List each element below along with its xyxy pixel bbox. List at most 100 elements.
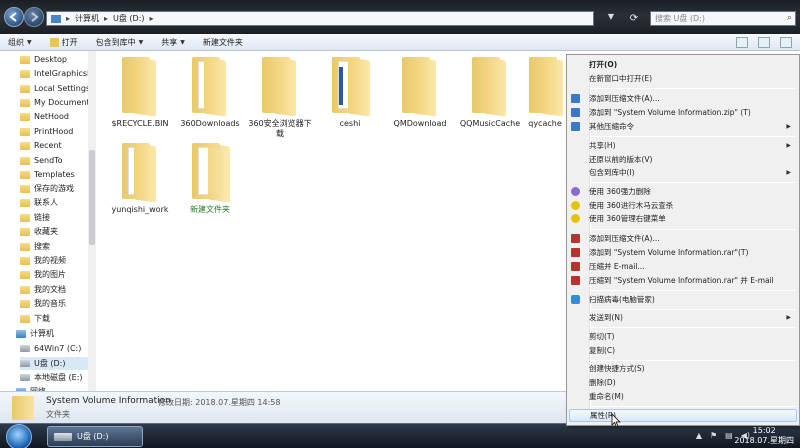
view-options-icon[interactable] xyxy=(736,37,748,48)
360-icon xyxy=(571,201,580,210)
menu-item-properties[interactable]: 属性(R) xyxy=(569,409,797,422)
open-button[interactable]: 打开 xyxy=(49,37,78,48)
menu-item-360-manage[interactable]: 使用 360管理右键菜单 xyxy=(569,212,797,225)
menu-separator xyxy=(591,182,795,183)
arrow-right-icon xyxy=(31,12,39,22)
menu-item-rename[interactable]: 重命名(M) xyxy=(569,390,797,403)
menu-item-compress-email[interactable]: 压缩并 E-mail... xyxy=(569,260,797,273)
network-icon[interactable]: ▤ xyxy=(725,431,733,440)
sidebar-item[interactable]: 我的视频 xyxy=(20,254,89,267)
folder-name: $RECYCLE.BIN xyxy=(111,119,169,128)
menu-item-other-compress[interactable]: 其他压缩命令 ▶ xyxy=(569,120,797,133)
sidebar-item[interactable]: 我的图片 xyxy=(20,268,89,281)
menu-item-add-archive[interactable]: 添加到压缩文件(A)... xyxy=(569,92,797,105)
sidebar-item[interactable]: PrintHood xyxy=(20,125,89,138)
folder-icon xyxy=(20,256,30,265)
menu-separator xyxy=(591,360,795,361)
sidebar-item[interactable]: 保存的游戏 xyxy=(20,182,89,195)
folder-item[interactable]: 新建文件夹 xyxy=(175,141,245,215)
taskbar-explorer-button[interactable]: U盘 (D:) xyxy=(47,426,143,447)
search-input[interactable]: 搜索 U盘 (D:) ⌕ xyxy=(650,11,796,26)
sidebar-item[interactable]: 链接 xyxy=(20,211,89,224)
folder-icon xyxy=(20,170,30,179)
menu-item-restore-versions[interactable]: 还原以前的版本(V) xyxy=(569,153,797,166)
sidebar-item[interactable]: IntelGraphicsP xyxy=(20,67,89,80)
folder-item[interactable]: ceshi xyxy=(315,55,385,129)
clock-date: 2018.07.星期四 xyxy=(734,436,794,445)
new-folder-button[interactable]: 新建文件夹 xyxy=(203,37,243,48)
sidebar-item-drive-c[interactable]: 64Win7 (C:) xyxy=(20,342,89,355)
menu-item-winrar-add-archive[interactable]: 添加到压缩文件(A)... xyxy=(569,232,797,245)
sidebar-item-label: NetHood xyxy=(34,112,69,121)
sidebar-item[interactable]: 我的文档 xyxy=(20,283,89,296)
menu-item-create-shortcut[interactable]: 创建快捷方式(S) xyxy=(569,362,797,375)
sidebar-item[interactable]: 搜索 xyxy=(20,240,89,253)
folder-icon xyxy=(20,299,30,308)
forward-button[interactable] xyxy=(24,7,44,27)
menu-separator xyxy=(591,327,795,328)
menu-item-360-force-delete[interactable]: 使用 360强力删除 xyxy=(569,185,797,198)
menu-item-virus-scan[interactable]: 扫描病毒(电脑管家) xyxy=(569,293,797,306)
help-icon[interactable] xyxy=(780,37,792,48)
sidebar-item[interactable]: NetHood xyxy=(20,110,89,123)
winrar-icon xyxy=(571,248,580,257)
menu-item-open-new-window[interactable]: 在新窗口中打开(E) xyxy=(569,72,797,85)
menu-item-copy[interactable]: 复制(C) xyxy=(569,344,797,357)
address-dropdown-button[interactable]: ▼ xyxy=(604,12,618,25)
menu-item-send-to[interactable]: 发送到(N) ▶ xyxy=(569,311,797,324)
sidebar-item[interactable]: Recent xyxy=(20,139,89,152)
menu-item-share[interactable]: 共享(H) ▶ xyxy=(569,139,797,152)
sidebar-item[interactable]: 我的音乐 xyxy=(20,297,89,310)
organize-button[interactable]: 组织 ▼ xyxy=(8,37,32,48)
flag-icon[interactable]: ⚑ xyxy=(710,431,717,440)
sidebar-item[interactable]: 收藏夹 xyxy=(20,225,89,238)
breadcrumb-computer[interactable]: 计算机 xyxy=(75,13,99,24)
menu-item-open[interactable]: 打开(O) xyxy=(569,58,797,71)
sidebar-item[interactable]: My Documents xyxy=(20,96,89,109)
menu-item-label: 剪切(T) xyxy=(589,332,615,341)
menu-item-label: 使用 360进行木马云查杀 xyxy=(589,201,674,210)
folder-name: QMDownload xyxy=(393,119,447,128)
start-button[interactable] xyxy=(6,424,32,448)
sidebar-item-drive-d[interactable]: U盘 (D:) xyxy=(20,357,89,370)
menu-item-include-library[interactable]: 包含到库中(I) ▶ xyxy=(569,166,797,179)
refresh-button[interactable]: ⟳ xyxy=(626,11,642,26)
menu-item-delete[interactable]: 删除(D) xyxy=(569,376,797,389)
folder-item[interactable]: 360安全浏览器下载 xyxy=(245,55,315,139)
back-button[interactable] xyxy=(4,7,24,27)
sidebar-item-computer[interactable]: 计算机 xyxy=(16,327,86,340)
sidebar-scrollbar-thumb[interactable] xyxy=(89,150,95,245)
menu-item-winrar-add-rar[interactable]: 添加到 "System Volume Information.rar"(T) xyxy=(569,246,797,259)
folder-name: 360Downloads xyxy=(180,119,240,128)
address-input[interactable]: ▸ 计算机 ▸ U盘 (D:) ▸ xyxy=(46,11,594,26)
sidebar-item-label: 收藏夹 xyxy=(34,227,58,236)
sidebar-item[interactable]: Desktop xyxy=(20,53,89,66)
sidebar-item[interactable]: Templates xyxy=(20,168,89,181)
folder-name: 新建文件夹 xyxy=(190,205,230,214)
menu-item-cut[interactable]: 剪切(T) xyxy=(569,330,797,343)
folder-item[interactable]: QQMusicCache xyxy=(455,55,525,129)
folder-icon xyxy=(20,127,30,136)
share-button[interactable]: 共享 ▼ xyxy=(161,37,185,48)
sidebar-item-label: 我的文档 xyxy=(34,285,66,294)
menu-item-compress-rar-email[interactable]: 压缩到 "System Volume Information.rar" 并 E-… xyxy=(569,274,797,287)
include-in-library-button[interactable]: 包含到库中 ▼ xyxy=(96,37,144,48)
sidebar-item[interactable]: SendTo xyxy=(20,154,89,167)
menu-item-add-zip[interactable]: 添加到 "System Volume Information.zip" (T) xyxy=(569,106,797,119)
sidebar-item-label: 链接 xyxy=(34,213,50,222)
sidebar-item[interactable]: Local Settings xyxy=(20,82,89,95)
folder-item[interactable]: 360Downloads xyxy=(175,55,245,129)
sidebar-item[interactable]: 联系人 xyxy=(20,196,89,209)
preview-pane-icon[interactable] xyxy=(758,37,770,48)
folder-item[interactable]: yunqishi_work xyxy=(105,141,175,215)
sidebar-item[interactable]: 下载 xyxy=(20,312,89,325)
sidebar-item-drive-e[interactable]: 本地磁盘 (E:) xyxy=(20,371,89,384)
folder-item[interactable]: QMDownload xyxy=(385,55,455,129)
breadcrumb-drive[interactable]: U盘 (D:) xyxy=(113,13,145,24)
folder-item[interactable]: qycache xyxy=(525,55,565,129)
sidebar-item-label: PrintHood xyxy=(34,127,74,136)
tray-arrow-icon[interactable]: ▲ xyxy=(696,431,702,440)
menu-item-360-scan[interactable]: 使用 360进行木马云查杀 xyxy=(569,199,797,212)
folder-item[interactable]: $RECYCLE.BIN xyxy=(105,55,175,129)
clock[interactable]: 15:02 2018.07.星期四 xyxy=(734,426,794,446)
